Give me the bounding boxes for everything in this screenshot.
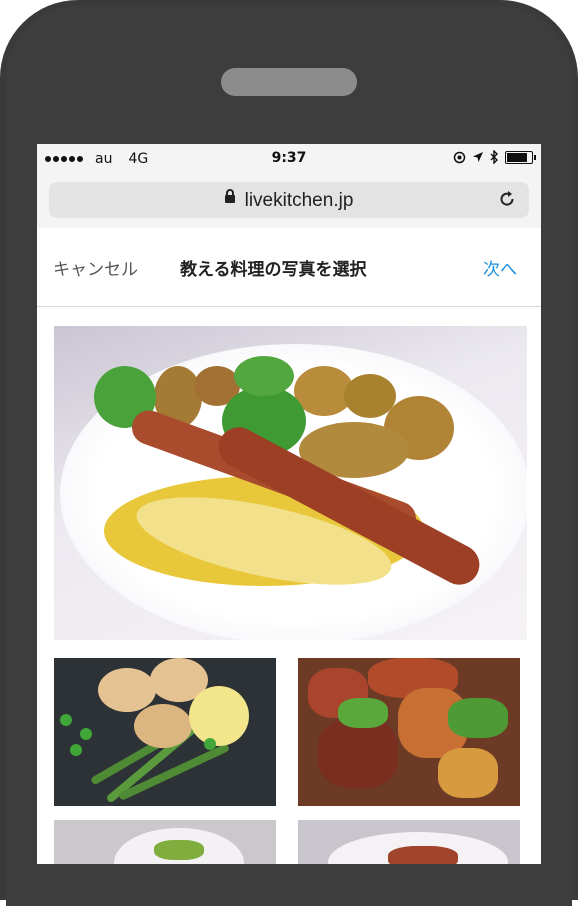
cancel-button[interactable]: キャンセル xyxy=(53,255,138,280)
reload-icon[interactable] xyxy=(497,189,517,209)
url-text: livekitchen.jp xyxy=(244,190,354,211)
scallop xyxy=(98,668,156,712)
lock-icon xyxy=(224,188,235,203)
pea xyxy=(204,738,216,750)
phone-frame: au 4G 9:37 livekitchen.jp キャンセル 教える料理の写真… xyxy=(0,0,578,906)
location-icon xyxy=(453,151,466,163)
food-thumbnail[interactable] xyxy=(298,820,520,864)
scallop xyxy=(134,704,192,748)
address-bar[interactable]: livekitchen.jp xyxy=(49,182,529,218)
selected-food-photo[interactable] xyxy=(54,326,527,640)
potato xyxy=(438,748,498,798)
page-title: 教える料理の写真を選択 xyxy=(180,260,367,280)
battery-icon xyxy=(505,150,536,164)
pea xyxy=(80,728,92,740)
next-button[interactable]: 次へ xyxy=(483,255,517,280)
food-thumbnail[interactable] xyxy=(298,658,520,806)
speaker-grille xyxy=(221,68,357,96)
phone-screen: au 4G 9:37 livekitchen.jp キャンセル 教える料理の写真… xyxy=(37,144,541,864)
status-bar: au 4G 9:37 xyxy=(37,144,541,176)
url-display[interactable]: livekitchen.jp xyxy=(49,188,529,212)
food-thumbnail[interactable] xyxy=(54,820,276,864)
herb-sauce xyxy=(338,698,388,728)
octopus-piece xyxy=(388,846,458,864)
status-icons xyxy=(453,150,536,164)
food-thumbnail[interactable] xyxy=(54,658,276,806)
navigation-header: キャンセル 教える料理の写真を選択 次へ xyxy=(37,228,541,307)
browser-toolbar: livekitchen.jp xyxy=(37,176,541,228)
pea xyxy=(60,714,72,726)
bluetooth-icon xyxy=(490,150,498,164)
garnish xyxy=(154,840,204,860)
broccoli xyxy=(234,356,294,396)
lemon-slice xyxy=(189,686,249,746)
pea xyxy=(70,744,82,756)
octopus-piece xyxy=(318,718,398,788)
herb-sauce xyxy=(448,698,508,738)
navigation-arrow-icon xyxy=(473,152,483,162)
